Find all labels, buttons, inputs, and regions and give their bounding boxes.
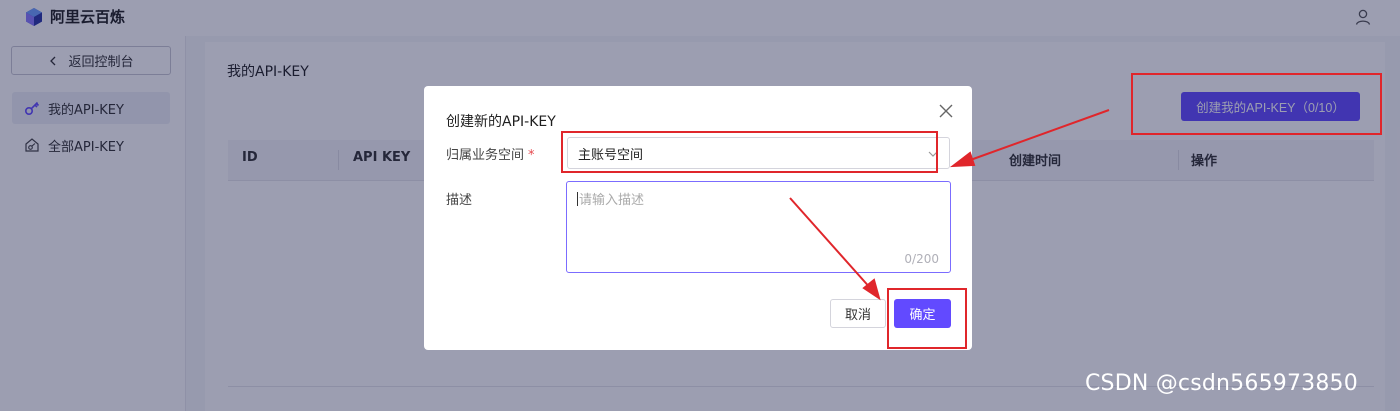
- required-mark: *: [528, 148, 535, 163]
- workspace-label-text: 归属业务空间: [446, 148, 525, 163]
- dialog-title: 创建新的API-KEY: [446, 114, 556, 130]
- close-icon[interactable]: [939, 104, 953, 118]
- text-caret: [577, 192, 578, 206]
- workspace-label: 归属业务空间 *: [446, 144, 535, 163]
- watermark: CSDN @csdn565973850: [1085, 371, 1358, 396]
- character-counter: 0/200: [904, 252, 939, 266]
- annotation-box-workspace-select: [561, 131, 938, 173]
- cancel-button[interactable]: 取消: [830, 299, 886, 328]
- app-root: 阿里云百炼 返回控制台 我的API-KEY 全部API-KEY 我的API-KE…: [0, 0, 1400, 411]
- annotation-box-create-button: [1131, 73, 1382, 135]
- description-textarea[interactable]: 请输入描述 0/200: [566, 181, 951, 273]
- annotation-box-confirm-button: [887, 288, 967, 349]
- description-placeholder: 请输入描述: [579, 193, 645, 208]
- description-label: 描述: [446, 193, 473, 208]
